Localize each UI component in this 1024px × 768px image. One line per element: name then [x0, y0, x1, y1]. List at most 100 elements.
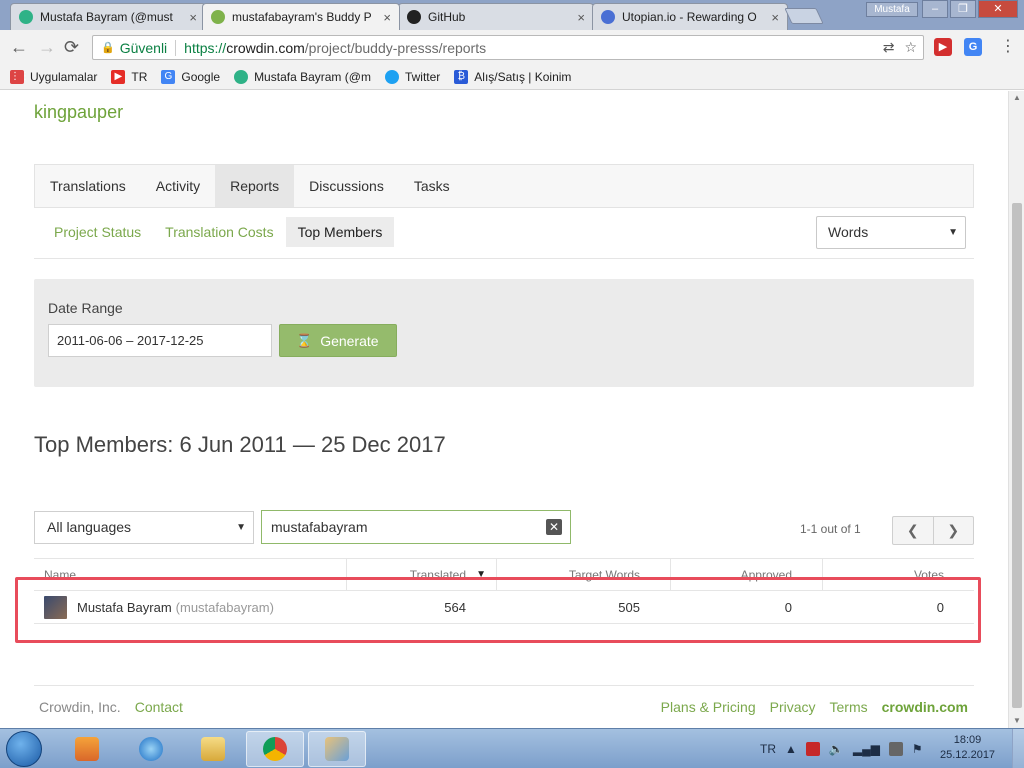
scroll-down-icon[interactable]: ▼ [1009, 714, 1024, 728]
close-icon[interactable]: × [771, 10, 779, 25]
table-row: Mustafa Bayram (mustafabayram) 564 505 0… [34, 591, 974, 624]
scroll-up-icon[interactable]: ▲ [1009, 91, 1024, 105]
translate-icon[interactable]: ⇄ [883, 39, 895, 56]
taskbar-paint[interactable] [308, 731, 366, 767]
browser-menu-icon[interactable]: ⋮ [1000, 37, 1016, 57]
close-icon[interactable]: × [577, 10, 585, 25]
device-icon[interactable] [888, 742, 903, 756]
show-desktop-button[interactable] [1012, 729, 1024, 768]
bookmark-label: TR [131, 69, 148, 84]
subtab-translation-costs[interactable]: Translation Costs [153, 217, 285, 247]
extension-red-icon[interactable]: ▶ [934, 38, 952, 56]
browser-tab-github[interactable]: GitHub × [398, 3, 594, 30]
footer-terms-link[interactable]: Terms [830, 699, 868, 715]
project-owner-link[interactable]: kingpauper [34, 102, 123, 123]
chevron-down-icon: ▼ [948, 227, 958, 238]
bookmark-google[interactable]: G Google [161, 69, 221, 84]
reload-button[interactable]: ⟳ [64, 37, 79, 57]
divider [34, 258, 974, 259]
start-button[interactable] [6, 731, 42, 767]
date-range-input[interactable]: 2011-06-06 – 2017-12-25 [48, 324, 272, 357]
profile-button[interactable]: Mustafa [866, 2, 918, 17]
taskbar-file-explorer[interactable] [184, 731, 242, 767]
units-select-value: Words [828, 224, 869, 240]
close-icon[interactable]: × [189, 10, 197, 25]
bookmark-twitter[interactable]: Twitter [384, 69, 440, 84]
utopian-favicon-icon [601, 10, 615, 24]
taskbar-internet-explorer[interactable] [122, 731, 180, 767]
tray-expand-icon[interactable]: ▲ [785, 742, 797, 756]
bookmark-label: Google [181, 69, 221, 84]
browser-tab-crowdin[interactable]: mustafabayram's Buddy P × [202, 3, 400, 30]
tab-reports[interactable]: Reports [215, 165, 295, 207]
table-header: Name Translated ▼ Target Words Approved … [34, 558, 974, 591]
generate-button[interactable]: ⌛ Generate [279, 324, 397, 357]
tab-tasks[interactable]: Tasks [399, 165, 465, 207]
url-host: crowdin.com [226, 39, 305, 56]
new-tab-button[interactable] [784, 8, 824, 24]
footer-plans-link[interactable]: Plans & Pricing [661, 699, 756, 715]
bookmark-koinim[interactable]: ₿ Alış/Satış | Koinim [454, 69, 572, 84]
bookmark-steemit[interactable]: Mustafa Bayram (@m [234, 69, 371, 84]
action-center-flag-icon[interactable]: ⚑ [912, 742, 923, 756]
google-translate-extension-icon[interactable]: G [964, 38, 982, 56]
youtube-icon: ▶ [111, 69, 126, 84]
taskbar-media-player[interactable] [58, 731, 116, 767]
report-title: Top Members: 6 Jun 2011 — 25 Dec 2017 [34, 432, 446, 457]
browser-tab-steemit[interactable]: Mustafa Bayram (@must × [10, 3, 206, 30]
maximize-button[interactable]: ❐ [950, 0, 976, 18]
clock-date: 25.12.2017 [940, 749, 996, 761]
network-signal-icon[interactable]: ▂▄▆ [853, 742, 880, 756]
tab-discussions[interactable]: Discussions [294, 165, 399, 207]
bookmark-star-icon[interactable]: ☆ [904, 39, 917, 56]
close-window-button[interactable]: ✕ [978, 0, 1018, 18]
clear-search-icon[interactable]: ✕ [546, 519, 562, 535]
page-scrollbar[interactable]: ▲ ▼ [1008, 91, 1024, 728]
tab-activity[interactable]: Activity [141, 165, 215, 207]
date-range-label: Date Range [48, 300, 123, 316]
footer-privacy-link[interactable]: Privacy [770, 699, 816, 715]
approved-cell: 0 [784, 599, 792, 615]
member-handle: (mustafabayram) [175, 599, 274, 615]
volume-icon[interactable]: 🔈 [829, 742, 844, 756]
date-range-panel: Date Range 2011-06-06 – 2017-12-25 ⌛ Gen… [34, 279, 974, 387]
col-header-votes[interactable]: Votes [822, 559, 974, 590]
bookmark-apps[interactable]: ⋮⋮ Uygulamalar [10, 69, 97, 84]
minimize-button[interactable]: – [922, 0, 948, 18]
scroll-thumb[interactable] [1012, 203, 1022, 708]
next-page-button[interactable]: ❯ [934, 517, 974, 544]
forward-button[interactable]: → [38, 37, 56, 57]
subtab-top-members[interactable]: Top Members [285, 217, 395, 247]
subtab-project-status[interactable]: Project Status [42, 217, 153, 247]
footer-brand-link[interactable]: crowdin.com [882, 699, 968, 715]
search-value: mustafabayram [271, 519, 368, 535]
language-select[interactable]: All languages ▼ [34, 511, 254, 544]
project-tabs: Translations Activity Reports Discussion… [34, 164, 974, 208]
col-header-name[interactable]: Name [34, 559, 346, 590]
media-player-icon [75, 737, 99, 761]
address-bar[interactable]: 🔒 Güvenli https:// crowdin.com /project/… [92, 35, 924, 60]
bookmarks-bar: ⋮⋮ Uygulamalar ▶ TR G Google Mustafa Bay… [0, 64, 1024, 90]
address-separator [175, 39, 177, 56]
lock-icon: 🔒 [101, 42, 115, 54]
units-select[interactable]: Words ▼ [816, 216, 966, 249]
taskbar-clock[interactable]: 18:09 25.12.2017 [940, 733, 995, 763]
taskbar-chrome[interactable] [246, 731, 304, 767]
col-header-approved[interactable]: Approved [670, 559, 822, 590]
input-language[interactable]: TR [760, 742, 776, 756]
footer-left: Crowdin, Inc. Contact [39, 699, 183, 715]
col-header-target-words[interactable]: Target Words [496, 559, 670, 590]
back-button[interactable]: ← [10, 37, 28, 57]
col-header-translated[interactable]: Translated ▼ [346, 559, 496, 590]
close-icon[interactable]: × [383, 10, 391, 25]
browser-tab-utopian[interactable]: Utopian.io - Rewarding O × [592, 3, 788, 30]
member-search-input[interactable]: mustafabayram ✕ [261, 510, 571, 544]
bookmark-label: Alış/Satış | Koinim [474, 69, 572, 84]
tab-translations[interactable]: Translations [35, 165, 141, 207]
translated-cell: 564 [444, 599, 466, 615]
footer-contact-link[interactable]: Contact [135, 699, 183, 715]
previous-page-button[interactable]: ❮ [893, 517, 934, 544]
bookmark-tr[interactable]: ▶ TR [111, 69, 148, 84]
antivirus-icon[interactable] [805, 742, 820, 756]
pagination-controls: ❮ ❯ [892, 516, 974, 545]
